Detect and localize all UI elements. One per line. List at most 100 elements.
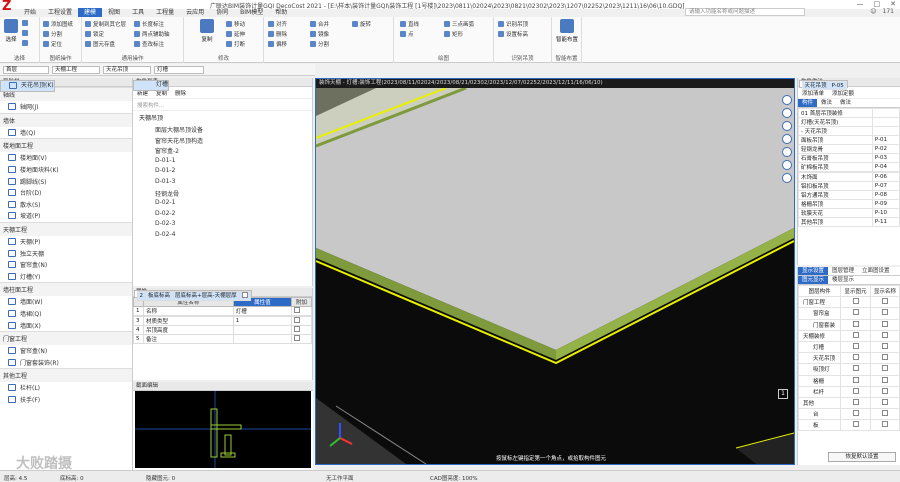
menu-view[interactable]: 视图	[102, 8, 126, 17]
nav-item[interactable]: 天花吊顶(K)	[0, 80, 55, 92]
rotate-view-icon[interactable]	[782, 95, 792, 105]
nav-section-5[interactable]: 门窗工程	[0, 330, 132, 345]
menu-quantity[interactable]: 工程量	[150, 8, 180, 17]
menu-collab[interactable]: 协同	[210, 8, 234, 17]
nav-item[interactable]: 散水(S)	[0, 199, 132, 211]
pan-view-icon[interactable]	[782, 108, 792, 118]
display-row[interactable]: 板	[797, 419, 900, 432]
tab-component[interactable]: 构件	[798, 99, 818, 107]
show-checkbox[interactable]	[852, 410, 859, 417]
checkbox[interactable]	[294, 307, 300, 313]
nav-section-4[interactable]: 墙柱面工程	[0, 282, 132, 297]
split-button[interactable]: 分割	[310, 40, 329, 48]
copy-button[interactable]: 复制	[192, 19, 222, 43]
locate-drawing[interactable]: 定位	[43, 40, 62, 48]
show-checkbox[interactable]	[852, 421, 859, 428]
user-icon[interactable]: ☺	[870, 8, 876, 15]
display-row[interactable]: 门窗工程	[797, 296, 900, 309]
property-value[interactable]: 灯槽	[232, 306, 293, 316]
method-row[interactable]: 灯槽(天花吊顶)	[798, 117, 900, 127]
name-checkbox[interactable]	[881, 376, 888, 383]
method-row[interactable]: 矿棉板吊顶 P-04	[798, 162, 900, 172]
name-checkbox[interactable]	[881, 398, 888, 405]
menu-tools[interactable]: 工具	[126, 8, 150, 17]
offset-button[interactable]: 偏移	[268, 40, 287, 48]
view-cube-icon[interactable]: 1	[778, 389, 788, 399]
nav-item[interactable]: 墙(Q)	[0, 127, 132, 139]
menu-modeling[interactable]: 建模	[78, 8, 103, 17]
nav-item[interactable]: 台阶(D)	[0, 187, 132, 199]
tree-item[interactable]: D-02-2	[133, 209, 312, 220]
nav-item[interactable]: 天棚(P)	[0, 236, 132, 248]
method-row[interactable]: 面板吊顶 P-01	[798, 135, 900, 145]
tree-item[interactable]: D-02-3	[133, 219, 312, 230]
nav-item[interactable]: 楼地面块料(K)	[0, 164, 132, 176]
method-row[interactable]: 铝扣板吊顶 P-07	[798, 181, 900, 191]
lock-button[interactable]: 锁定	[85, 30, 104, 38]
display-row[interactable]: 其他	[797, 396, 900, 410]
function-search-input[interactable]: 请输入功能名称或问题描述	[685, 8, 805, 16]
method-row[interactable]: 其他吊顶 P-11	[798, 217, 900, 227]
save-element[interactable]: 图元存盘	[85, 40, 115, 48]
point-select[interactable]	[22, 20, 28, 26]
nav-item[interactable]: 楼地面(V)	[0, 152, 132, 164]
show-checkbox[interactable]	[852, 398, 859, 405]
name-checkbox[interactable]	[881, 298, 888, 305]
display-row[interactable]: 门窗套装	[797, 318, 900, 331]
rect-tool[interactable]: 矩形	[444, 30, 463, 38]
nav-item[interactable]: 踢脚线(S)	[0, 175, 132, 187]
menu-bim[interactable]: BIM模型	[234, 8, 269, 17]
nav-item[interactable]: 坡道(P)	[0, 210, 132, 222]
menu-cloud[interactable]: 云应用	[180, 8, 210, 17]
delete-component-button[interactable]: 删除	[175, 89, 186, 97]
nav-item[interactable]: 墙面(X)	[0, 319, 132, 331]
display-row[interactable]: 天花吊顶	[797, 352, 900, 365]
checkbox[interactable]	[294, 317, 300, 323]
display-row[interactable]: 灯槽	[797, 340, 900, 354]
show-checkbox[interactable]	[852, 387, 859, 394]
property-row[interactable]: 5 备注	[133, 334, 312, 344]
property-row[interactable]: 1 名称 灯槽	[133, 306, 312, 316]
name-checkbox[interactable]	[881, 421, 888, 428]
tab-layer[interactable]: 图层管理	[828, 267, 858, 275]
display-row[interactable]: 格栅	[797, 374, 900, 387]
menu-project-settings[interactable]: 工程设置	[42, 8, 78, 17]
show-checkbox[interactable]	[852, 365, 859, 372]
align-button[interactable]: 对齐	[268, 20, 287, 28]
length-dim[interactable]: 长度标注	[134, 20, 164, 28]
nav-section-3[interactable]: 天棚工程	[0, 221, 132, 236]
nav-item[interactable]: 轴网(J)	[0, 101, 132, 113]
line-tool[interactable]: 直线	[400, 20, 419, 28]
tab-method-2[interactable]: 做法	[836, 99, 855, 107]
name-checkbox[interactable]	[881, 387, 888, 394]
show-checkbox[interactable]	[852, 376, 859, 383]
name-checkbox[interactable]	[881, 354, 888, 361]
nav-item[interactable]: 门窗套装饰(R)	[0, 357, 132, 369]
show-checkbox[interactable]	[852, 331, 859, 338]
tab-method[interactable]: 做法	[817, 99, 836, 107]
merge-button[interactable]: 合并	[310, 20, 329, 28]
rotate-button[interactable]: 旋转	[352, 20, 371, 28]
property-value[interactable]	[232, 325, 293, 335]
nav-section-6[interactable]: 其他工程	[0, 368, 132, 383]
maximize-button[interactable]: □	[874, 0, 881, 8]
tree-item[interactable]: D-02-4	[133, 230, 312, 241]
arc-tool[interactable]: 三点画弧	[444, 20, 474, 28]
floor-select[interactable]: 首层	[3, 66, 49, 74]
method-row[interactable]: 铝方通吊顶 P-08	[798, 190, 900, 200]
add-drawing[interactable]: 添加图纸	[43, 20, 73, 28]
name-checkbox[interactable]	[881, 309, 888, 316]
name-checkbox[interactable]	[881, 343, 888, 350]
tree-root[interactable]: 天棚吊顶	[133, 111, 312, 124]
component-select[interactable]: 灯槽	[154, 66, 204, 74]
nav-item[interactable]: 墙裙(Q)	[0, 308, 132, 320]
3d-viewport[interactable]: 装饰天棚 - 灯槽:装饰工程(2023/08/11/02024/2023/08/…	[315, 78, 795, 465]
aux-axis[interactable]: 两点辅助轴	[134, 30, 170, 38]
show-checkbox[interactable]	[852, 298, 859, 305]
nav-item[interactable]: 独立天棚	[0, 247, 132, 259]
layer-view-icon[interactable]	[782, 147, 792, 157]
display-row[interactable]: 栏杆	[797, 385, 900, 398]
check-dim[interactable]: 查改标注	[134, 40, 164, 48]
tree-item[interactable]: D-01-1	[133, 156, 312, 167]
property-value[interactable]: 层底标高+层高-天棚层厚	[172, 291, 240, 301]
